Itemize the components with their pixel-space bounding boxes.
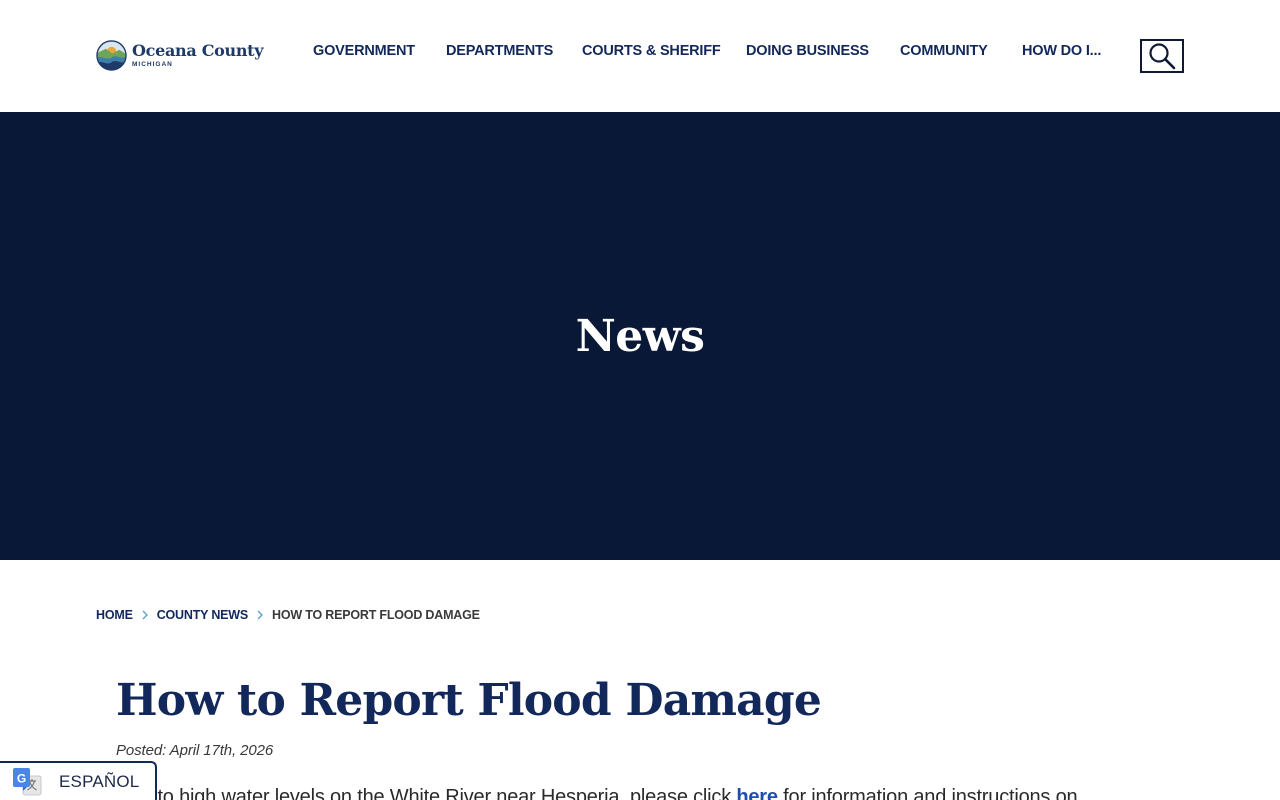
breadcrumb: HOME COUNTY NEWS HOW TO REPORT FLOOD DAM… [96, 607, 480, 623]
nav-government[interactable]: GOVERNMENT [313, 42, 415, 60]
breadcrumb-county-news[interactable]: COUNTY NEWS [157, 608, 249, 622]
nav-how-do-i[interactable]: HOW DO I... [1022, 42, 1101, 60]
logo-name: Oceana County [132, 41, 264, 60]
body-text-start: Due to high water levels on the White Ri… [116, 786, 737, 800]
logo-text: Oceana County MICHIGAN [132, 41, 264, 69]
hero-banner: News [0, 112, 1280, 560]
posted-date: Posted: April 17th, 2026 [116, 742, 274, 759]
county-seal-icon [96, 40, 127, 71]
breadcrumb-current: HOW TO REPORT FLOOD DAMAGE [272, 608, 480, 622]
breadcrumb-home[interactable]: HOME [96, 608, 133, 622]
svg-text:G: G [17, 771, 26, 785]
article-title: How to Report Flood Damage [116, 675, 822, 726]
body-text-end: for information and instructions on [777, 786, 1078, 800]
site-logo[interactable]: Oceana County MICHIGAN [96, 40, 264, 71]
nav-departments[interactable]: DEPARTMENTS [446, 42, 553, 60]
search-button[interactable] [1140, 39, 1184, 73]
google-translate-icon: G [13, 767, 42, 795]
article-body: Due to high water levels on the White Ri… [116, 785, 1216, 800]
chevron-right-icon [257, 610, 264, 620]
translate-label: ESPAÑOL [59, 771, 140, 791]
body-link-here[interactable]: here [736, 786, 778, 800]
nav-doing-business[interactable]: DOING BUSINESS [746, 42, 869, 60]
site-header: Oceana County MICHIGAN GOVERNMENT DEPART… [0, 0, 1280, 112]
logo-state: MICHIGAN [132, 61, 173, 68]
nav-courts-sheriff[interactable]: COURTS & SHERIFF [582, 42, 721, 60]
nav-community[interactable]: COMMUNITY [900, 42, 988, 60]
chevron-right-icon [142, 610, 148, 620]
hero-title: News [575, 310, 705, 362]
search-icon [1149, 43, 1176, 70]
translate-widget[interactable]: G ESPAÑOL [0, 761, 157, 800]
